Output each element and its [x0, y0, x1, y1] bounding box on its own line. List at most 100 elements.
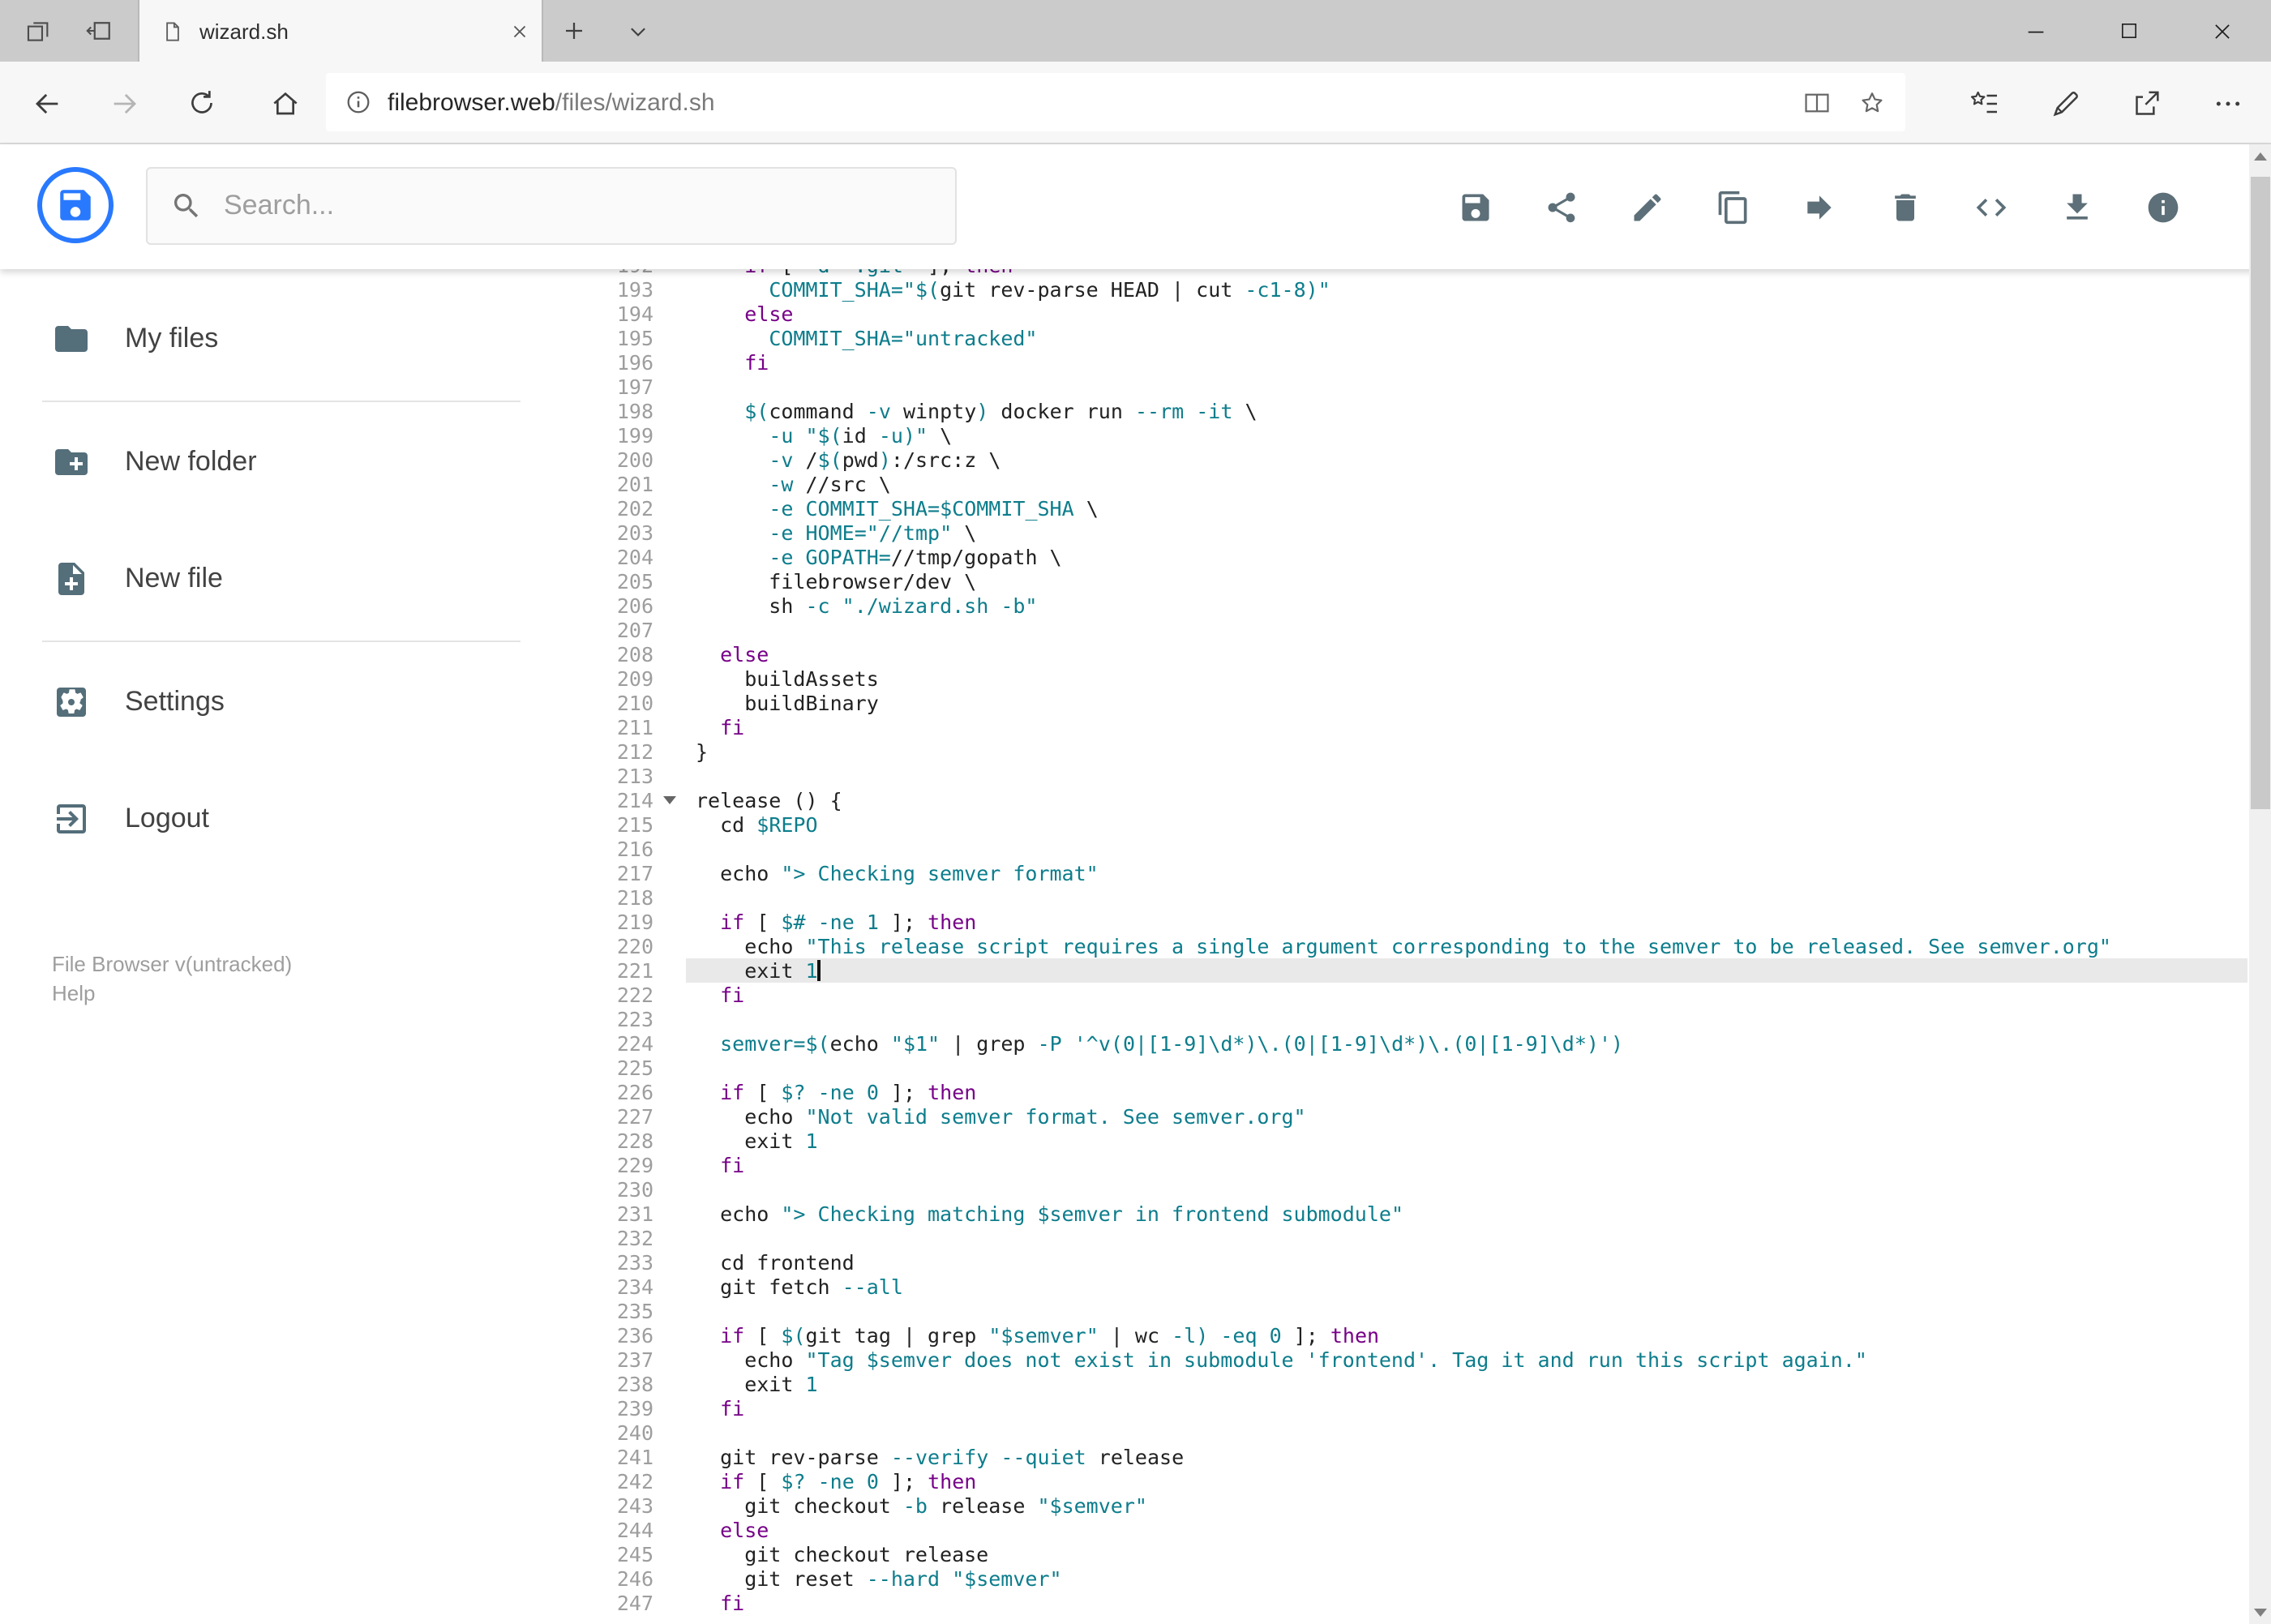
tab-preview-icon[interactable] [68, 0, 130, 62]
code-line-206[interactable]: 206 sh -c "./wizard.sh -b" [535, 593, 2247, 618]
code-line-237[interactable]: 237 echo "Tag $semver does not exist in … [535, 1348, 2247, 1372]
code-line-198[interactable]: 198 $(command -v winpty) docker run --rm… [535, 399, 2247, 423]
code-line-236[interactable]: 236 if [ $(git tag | grep "$semver" | wc… [535, 1323, 2247, 1348]
new-tab-icon[interactable] [545, 0, 603, 62]
hub-favorites-icon[interactable] [1954, 73, 2014, 133]
code-line-234[interactable]: 234 git fetch --all [535, 1275, 2247, 1299]
code-line-196[interactable]: 196 fi [535, 350, 2247, 375]
tabs-aside-icon[interactable] [6, 0, 68, 62]
code-line-219[interactable]: 219 if [ $# -ne 1 ]; then [535, 910, 2247, 934]
refresh-icon[interactable] [172, 73, 232, 133]
code-line-238[interactable]: 238 exit 1 [535, 1372, 2247, 1396]
minimize-icon[interactable] [1999, 0, 2072, 62]
sidebar-item-logout[interactable]: Logout [0, 762, 535, 876]
forward-icon[interactable] [94, 73, 154, 133]
code-line-220[interactable]: 220 echo "This release script requires a… [535, 934, 2247, 958]
code-line-215[interactable]: 215 cd $REPO [535, 812, 2247, 837]
close-icon[interactable] [2186, 0, 2259, 62]
code-line-233[interactable]: 233 cd frontend [535, 1250, 2247, 1275]
more-options-icon[interactable] [2197, 73, 2257, 133]
browser-tab[interactable]: wizard.sh [138, 0, 543, 62]
web-note-pen-icon[interactable] [2035, 73, 2095, 133]
code-line-240[interactable]: 240 [535, 1420, 2247, 1445]
code-line-213[interactable]: 213 [535, 764, 2247, 788]
download-button[interactable] [2059, 187, 2095, 226]
code-line-228[interactable]: 228 exit 1 [535, 1129, 2247, 1153]
code-line-242[interactable]: 242 if [ $? -ne 0 ]; then [535, 1469, 2247, 1493]
move-button[interactable] [1802, 187, 1837, 226]
code-line-204[interactable]: 204 -e GOPATH=//tmp/gopath \ [535, 545, 2247, 569]
tab-close-icon[interactable] [496, 0, 542, 62]
code-line-239[interactable]: 239 fi [535, 1396, 2247, 1420]
scrollbar-thumb[interactable] [2251, 177, 2270, 809]
code-editor[interactable]: 192 if [ -d ".git" ]; then193 COMMIT_SHA… [535, 269, 2247, 1624]
scroll-down-icon[interactable] [2249, 1600, 2271, 1624]
code-line-225[interactable]: 225 [535, 1056, 2247, 1080]
code-line-211[interactable]: 211 fi [535, 715, 2247, 739]
home-icon[interactable] [255, 73, 315, 133]
code-button[interactable] [1973, 187, 2009, 226]
code-line-222[interactable]: 222 fi [535, 983, 2247, 1007]
rename-button[interactable] [1630, 187, 1665, 226]
code-line-229[interactable]: 229 fi [535, 1153, 2247, 1177]
site-info-icon[interactable] [344, 88, 373, 117]
code-line-244[interactable]: 244 else [535, 1518, 2247, 1542]
code-line-217[interactable]: 217 echo "> Checking semver format" [535, 861, 2247, 885]
code-line-231[interactable]: 231 echo "> Checking matching $semver in… [535, 1202, 2247, 1226]
code-line-199[interactable]: 199 -u "$(id -u)" \ [535, 423, 2247, 448]
code-line-245[interactable]: 245 git checkout release [535, 1542, 2247, 1566]
sidebar-item-my-files[interactable]: My files [0, 282, 535, 396]
code-line-193[interactable]: 193 COMMIT_SHA="$(git rev-parse HEAD | c… [535, 277, 2247, 302]
page-scrollbar[interactable] [2249, 144, 2271, 1624]
code-line-223[interactable]: 223 [535, 1007, 2247, 1031]
code-line-209[interactable]: 209 buildAssets [535, 666, 2247, 691]
search-input[interactable] [224, 190, 932, 222]
code-line-241[interactable]: 241 git rev-parse --verify --quiet relea… [535, 1445, 2247, 1469]
copy-button[interactable] [1716, 187, 1751, 226]
code-line-235[interactable]: 235 [535, 1299, 2247, 1323]
share-page-icon[interactable] [2116, 73, 2176, 133]
filebrowser-logo[interactable] [37, 167, 114, 243]
code-line-227[interactable]: 227 echo "Not valid semver format. See s… [535, 1104, 2247, 1129]
code-line-218[interactable]: 218 [535, 885, 2247, 910]
code-line-221[interactable]: 221 exit 1 [535, 958, 2247, 983]
code-line-232[interactable]: 232 [535, 1226, 2247, 1250]
code-line-192[interactable]: 192 if [ -d ".git" ]; then [535, 269, 2247, 277]
share-button[interactable] [1544, 187, 1579, 226]
code-line-246[interactable]: 246 git reset --hard "$semver" [535, 1566, 2247, 1591]
code-line-226[interactable]: 226 if [ $? -ne 0 ]; then [535, 1080, 2247, 1104]
code-line-207[interactable]: 207 [535, 618, 2247, 642]
code-line-216[interactable]: 216 [535, 837, 2247, 861]
info-button[interactable] [2145, 187, 2181, 226]
sidebar-item-new-file[interactable]: New file [0, 522, 535, 636]
code-line-210[interactable]: 210 buildBinary [535, 691, 2247, 715]
code-line-230[interactable]: 230 [535, 1177, 2247, 1202]
code-line-194[interactable]: 194 else [535, 302, 2247, 326]
scroll-up-icon[interactable] [2249, 144, 2271, 169]
back-icon[interactable] [16, 73, 76, 133]
code-line-224[interactable]: 224 semver=$(echo "$1" | grep -P '^v(0|[… [535, 1031, 2247, 1056]
code-line-195[interactable]: 195 COMMIT_SHA="untracked" [535, 326, 2247, 350]
address-bar[interactable]: filebrowser.web/files/wizard.sh [326, 73, 1905, 131]
code-line-201[interactable]: 201 -w //src \ [535, 472, 2247, 496]
sidebar-item-new-folder[interactable]: New folder [0, 405, 535, 519]
fold-marker-icon[interactable] [663, 796, 676, 804]
code-line-202[interactable]: 202 -e COMMIT_SHA=$COMMIT_SHA \ [535, 496, 2247, 521]
show-tab-previews-icon[interactable] [608, 0, 666, 62]
delete-button[interactable] [1888, 187, 1923, 226]
help-link[interactable]: Help [52, 981, 96, 1005]
code-line-212[interactable]: 212} [535, 739, 2247, 764]
sidebar-item-settings[interactable]: Settings [0, 645, 535, 759]
code-line-247[interactable]: 247 fi [535, 1591, 2247, 1615]
reading-view-icon[interactable] [1789, 73, 1844, 131]
code-line-214[interactable]: 214 release () { [535, 788, 2247, 812]
code-line-208[interactable]: 208 else [535, 642, 2247, 666]
code-line-205[interactable]: 205 filebrowser/dev \ [535, 569, 2247, 593]
maximize-icon[interactable] [2092, 0, 2165, 62]
code-line-203[interactable]: 203 -e HOME="//tmp" \ [535, 521, 2247, 545]
favorite-star-icon[interactable] [1844, 73, 1899, 131]
code-line-243[interactable]: 243 git checkout -b release "$semver" [535, 1493, 2247, 1518]
code-line-200[interactable]: 200 -v /$(pwd):/src:z \ [535, 448, 2247, 472]
save-button[interactable] [1458, 187, 1493, 226]
code-line-197[interactable]: 197 [535, 375, 2247, 399]
